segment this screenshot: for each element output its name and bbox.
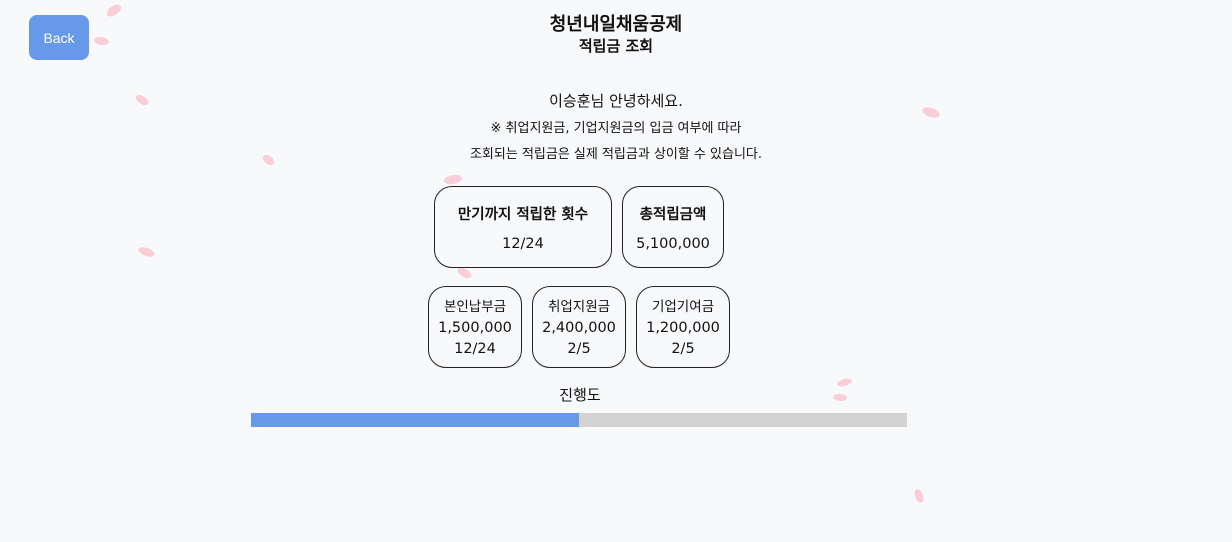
notice-line-1: ※ 취업지원금, 기업지원금의 입금 여부에 따라: [490, 121, 742, 136]
page-title: 청년내일채움공제: [549, 14, 683, 35]
deposit-count-title: 만기까지 적립한 횟수: [457, 207, 589, 223]
page-subtitle: 적립금 조회: [578, 37, 654, 55]
breakdown-count: 12/24: [454, 341, 496, 357]
breakdown-card-employment: 취업지원금 2,400,000 2/5: [532, 286, 626, 368]
deposit-count-card: 만기까지 적립한 횟수 12/24: [434, 186, 612, 268]
greeting-text: 이승훈님 안녕하세요.: [549, 92, 683, 110]
total-amount-title: 총적립금액: [639, 207, 707, 223]
breakdown-amount: 2,400,000: [542, 320, 616, 336]
breakdown-card-company: 기업기여금 1,200,000 2/5: [636, 286, 730, 368]
progress-bar: [251, 413, 907, 427]
total-amount-card: 총적립금액 5,100,000: [622, 186, 724, 268]
petal-decoration: [137, 245, 156, 259]
deposit-count-value: 12/24: [502, 236, 544, 252]
breakdown-amount: 1,200,000: [646, 320, 720, 336]
breakdown-amount: 1,500,000: [438, 320, 512, 336]
notice-line-2: 조회되는 적립금은 실제 적립금과 상이할 수 있습니다.: [469, 147, 763, 162]
breakdown-label: 취업지원금: [547, 299, 611, 315]
breakdown-label: 본인납부금: [443, 299, 507, 315]
progress-fill: [251, 413, 579, 427]
breakdown-card-self: 본인납부금 1,500,000 12/24: [428, 286, 522, 368]
progress-label: 진행도: [559, 386, 601, 404]
petal-decoration: [912, 488, 926, 504]
breakdown-count: 2/5: [567, 341, 591, 357]
petal-decoration: [443, 173, 463, 186]
breakdown-label: 기업기여금: [651, 299, 715, 315]
breakdown-count: 2/5: [671, 341, 695, 357]
total-amount-value: 5,100,000: [636, 236, 710, 252]
